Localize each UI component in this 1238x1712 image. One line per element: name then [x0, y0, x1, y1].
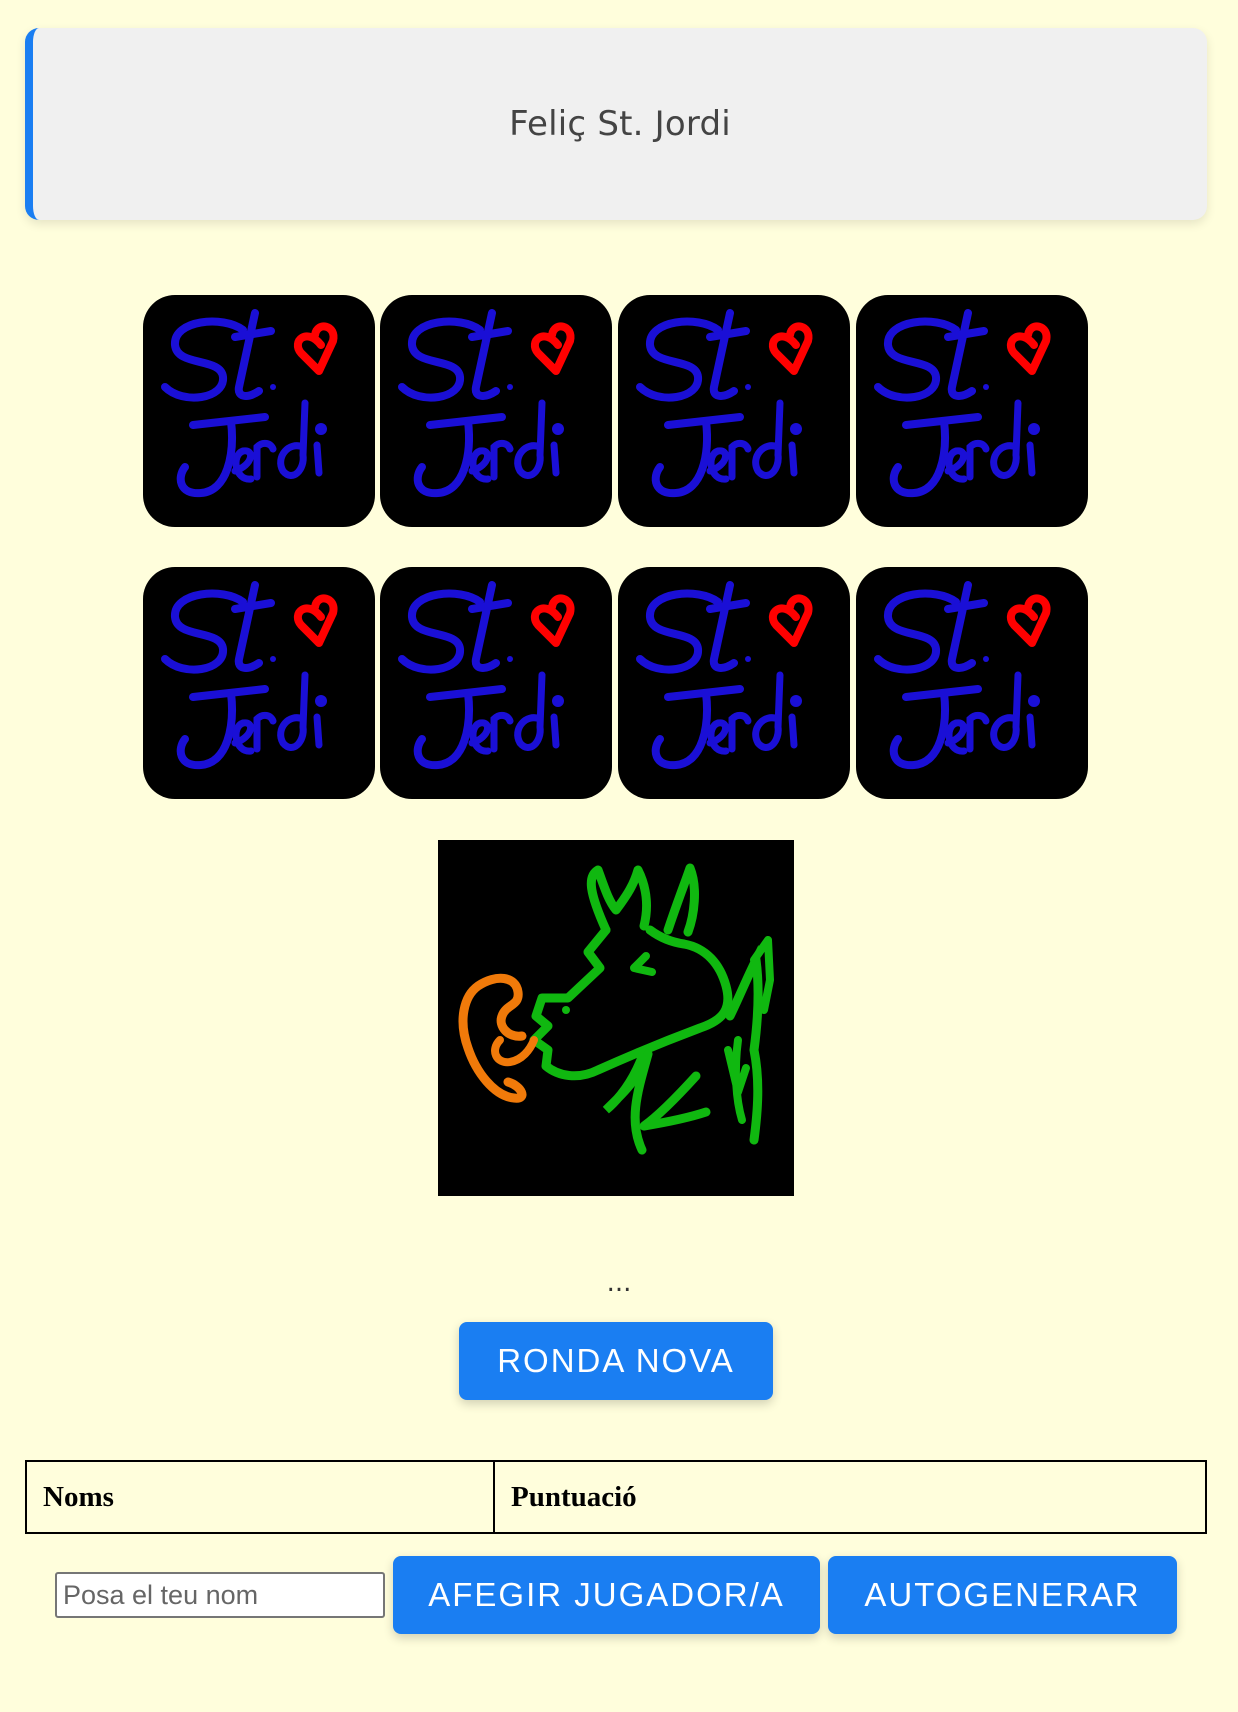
new-round-button[interactable]: RONDA NOVA: [459, 1322, 773, 1400]
memory-card[interactable]: [380, 567, 612, 799]
memory-card[interactable]: [380, 295, 612, 527]
player-name-input[interactable]: [55, 1572, 385, 1618]
memory-card[interactable]: [856, 567, 1088, 799]
st-jordi-card-back-icon: [636, 581, 813, 770]
st-jordi-card-back-icon: [398, 309, 575, 498]
st-jordi-card-back-icon: [398, 581, 575, 770]
dragon-image: [438, 840, 794, 1196]
column-header-score: Puntuació: [493, 1460, 1207, 1534]
st-jordi-card-back-icon: [874, 581, 1051, 770]
column-header-names: Noms: [25, 1460, 495, 1534]
autogenerate-button[interactable]: AUTOGENERAR: [828, 1556, 1177, 1634]
table-header-row: Noms Puntuació: [25, 1460, 1207, 1534]
memory-card[interactable]: [618, 567, 850, 799]
add-player-button[interactable]: AFEGIR JUGADOR/A: [393, 1556, 820, 1634]
title-banner: Feliç St. Jordi: [25, 28, 1207, 220]
memory-card-grid: [143, 295, 1093, 801]
memory-card[interactable]: [143, 567, 375, 799]
banner-title: Feliç St. Jordi: [509, 104, 731, 144]
scores-table: Noms Puntuació: [25, 1460, 1207, 1534]
st-jordi-card-back-icon: [874, 309, 1051, 498]
memory-card[interactable]: [856, 295, 1088, 527]
st-jordi-card-back-icon: [161, 581, 338, 770]
st-jordi-card-back-icon: [636, 309, 813, 498]
memory-card[interactable]: [618, 295, 850, 527]
dragon-with-rose-icon: [458, 863, 774, 1155]
game-status-text: ...: [606, 1268, 632, 1298]
st-jordi-card-back-icon: [161, 309, 338, 498]
memory-card[interactable]: [143, 295, 375, 527]
